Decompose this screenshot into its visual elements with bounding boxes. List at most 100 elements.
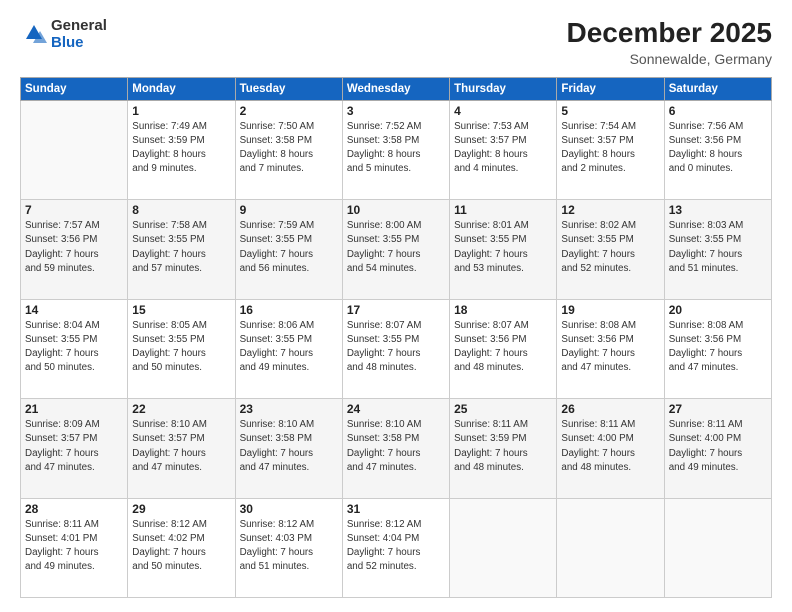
page: General Blue December 2025 Sonnewalde, G… [0, 0, 792, 612]
table-row: 27Sunrise: 8:11 AM Sunset: 4:00 PM Dayli… [664, 399, 771, 498]
day-info: Sunrise: 7:52 AM Sunset: 3:58 PM Dayligh… [347, 120, 445, 177]
table-row: 31 Sunrise: 8:12 AM Sunset: 4:04 PM Dayli… [342, 498, 449, 597]
table-row: 21 Sunrise: 8:09 AM Sunset: 3:57 PM Dayli… [21, 399, 128, 498]
day-number: 8 [132, 203, 230, 217]
day-info: Sunrise: 8:07 AM Sunset: 3:56 PM Dayligh… [454, 319, 552, 376]
col-tuesday: Tuesday [235, 77, 342, 100]
table-row: 4 Sunrise: 7:53 AM Sunset: 3:57 PM Daylig… [450, 100, 557, 199]
day-info: Sunrise: 7:57 AM Sunset: 3:56 PM Dayligh… [25, 219, 123, 276]
day-number: 20 [669, 303, 767, 317]
month-title: December 2025 [567, 18, 772, 49]
table-row: 26Sunrise: 8:11 AM Sunset: 4:00 PM Dayli… [557, 399, 664, 498]
col-sunday: Sunday [21, 77, 128, 100]
table-row: 16Sunrise: 8:06 AM Sunset: 3:55 PM Dayli… [235, 299, 342, 398]
day-number: 9 [240, 203, 338, 217]
logo-blue-text: Blue [51, 35, 107, 52]
table-row: 7 Sunrise: 7:57 AM Sunset: 3:56 PM Daylig… [21, 200, 128, 299]
day-number: 13 [669, 203, 767, 217]
table-row: 18 Sunrise: 8:07 AM Sunset: 3:56 PM Dayli… [450, 299, 557, 398]
day-info: Sunrise: 7:53 AM Sunset: 3:57 PM Dayligh… [454, 120, 552, 177]
table-row: 23 Sunrise: 8:10 AM Sunset: 3:58 PM Dayli… [235, 399, 342, 498]
day-number: 14 [25, 303, 123, 317]
table-row: 2 Sunrise: 7:50 AM Sunset: 3:58 PM Daylig… [235, 100, 342, 199]
table-row: 22 Sunrise: 8:10 AM Sunset: 3:57 PM Dayli… [128, 399, 235, 498]
day-number: 5 [561, 104, 659, 118]
day-number: 12 [561, 203, 659, 217]
day-number: 29 [132, 502, 230, 516]
table-row: 14 Sunrise: 8:04 AM Sunset: 3:55 PM Dayli… [21, 299, 128, 398]
day-info: Sunrise: 7:50 AM Sunset: 3:58 PM Dayligh… [240, 120, 338, 177]
day-info: Sunrise: 8:02 AM Sunset: 3:55 PM Dayligh… [561, 219, 659, 276]
table-row: 29Sunrise: 8:12 AM Sunset: 4:02 PM Dayli… [128, 498, 235, 597]
table-row [21, 100, 128, 199]
table-row: 1 Sunrise: 7:49 AM Sunset: 3:59 PM Daylig… [128, 100, 235, 199]
day-info: Sunrise: 8:03 AM Sunset: 3:55 PM Dayligh… [669, 219, 767, 276]
table-row: 8 Sunrise: 7:58 AM Sunset: 3:55 PM Daylig… [128, 200, 235, 299]
day-number: 4 [454, 104, 552, 118]
day-info: Sunrise: 8:10 AM Sunset: 3:58 PM Dayligh… [347, 418, 445, 475]
table-row [557, 498, 664, 597]
day-number: 31 [347, 502, 445, 516]
day-number: 28 [25, 502, 123, 516]
table-row: 13 Sunrise: 8:03 AM Sunset: 3:55 PM Dayli… [664, 200, 771, 299]
day-number: 21 [25, 402, 123, 416]
table-row: 20Sunrise: 8:08 AM Sunset: 3:56 PM Dayli… [664, 299, 771, 398]
day-number: 17 [347, 303, 445, 317]
day-info: Sunrise: 8:10 AM Sunset: 3:57 PM Dayligh… [132, 418, 230, 475]
calendar-table: Sunday Monday Tuesday Wednesday Thursday… [20, 77, 772, 598]
day-number: 25 [454, 402, 552, 416]
title-block: December 2025 Sonnewalde, Germany [567, 18, 772, 67]
day-info: Sunrise: 8:07 AM Sunset: 3:55 PM Dayligh… [347, 319, 445, 376]
day-number: 22 [132, 402, 230, 416]
day-info: Sunrise: 8:10 AM Sunset: 3:58 PM Dayligh… [240, 418, 338, 475]
table-row [450, 498, 557, 597]
table-row: 12 Sunrise: 8:02 AM Sunset: 3:55 PM Dayli… [557, 200, 664, 299]
table-row: 28 Sunrise: 8:11 AM Sunset: 4:01 PM Dayli… [21, 498, 128, 597]
day-info: Sunrise: 8:01 AM Sunset: 3:55 PM Dayligh… [454, 219, 552, 276]
day-info: Sunrise: 8:09 AM Sunset: 3:57 PM Dayligh… [25, 418, 123, 475]
day-info: Sunrise: 8:11 AM Sunset: 4:01 PM Dayligh… [25, 518, 123, 575]
logo-general-text: General [51, 18, 107, 35]
table-row: 9 Sunrise: 7:59 AM Sunset: 3:55 PM Daylig… [235, 200, 342, 299]
logo: General Blue [20, 18, 107, 51]
day-info: Sunrise: 8:06 AM Sunset: 3:55 PM Dayligh… [240, 319, 338, 376]
day-info: Sunrise: 8:00 AM Sunset: 3:55 PM Dayligh… [347, 219, 445, 276]
day-number: 15 [132, 303, 230, 317]
calendar-header-row: Sunday Monday Tuesday Wednesday Thursday… [21, 77, 772, 100]
day-number: 23 [240, 402, 338, 416]
table-row: 3 Sunrise: 7:52 AM Sunset: 3:58 PM Daylig… [342, 100, 449, 199]
day-number: 7 [25, 203, 123, 217]
logo-icon [20, 21, 48, 49]
table-row: 11Sunrise: 8:01 AM Sunset: 3:55 PM Dayli… [450, 200, 557, 299]
col-monday: Monday [128, 77, 235, 100]
day-number: 30 [240, 502, 338, 516]
day-number: 27 [669, 402, 767, 416]
table-row: 30 Sunrise: 8:12 AM Sunset: 4:03 PM Dayli… [235, 498, 342, 597]
day-info: Sunrise: 7:49 AM Sunset: 3:59 PM Dayligh… [132, 120, 230, 177]
table-row: 25Sunrise: 8:11 AM Sunset: 3:59 PM Dayli… [450, 399, 557, 498]
table-row: 15 Sunrise: 8:05 AM Sunset: 3:55 PM Dayli… [128, 299, 235, 398]
day-info: Sunrise: 8:11 AM Sunset: 4:00 PM Dayligh… [561, 418, 659, 475]
day-number: 2 [240, 104, 338, 118]
day-info: Sunrise: 8:05 AM Sunset: 3:55 PM Dayligh… [132, 319, 230, 376]
col-friday: Friday [557, 77, 664, 100]
col-wednesday: Wednesday [342, 77, 449, 100]
day-number: 18 [454, 303, 552, 317]
day-info: Sunrise: 8:12 AM Sunset: 4:04 PM Dayligh… [347, 518, 445, 575]
day-number: 1 [132, 104, 230, 118]
header: General Blue December 2025 Sonnewalde, G… [20, 18, 772, 67]
day-info: Sunrise: 7:59 AM Sunset: 3:55 PM Dayligh… [240, 219, 338, 276]
day-info: Sunrise: 8:04 AM Sunset: 3:55 PM Dayligh… [25, 319, 123, 376]
table-row: 6 Sunrise: 7:56 AM Sunset: 3:56 PM Daylig… [664, 100, 771, 199]
day-info: Sunrise: 7:56 AM Sunset: 3:56 PM Dayligh… [669, 120, 767, 177]
logo-text: General Blue [51, 18, 107, 51]
day-number: 3 [347, 104, 445, 118]
day-number: 24 [347, 402, 445, 416]
day-number: 6 [669, 104, 767, 118]
day-info: Sunrise: 8:12 AM Sunset: 4:03 PM Dayligh… [240, 518, 338, 575]
day-info: Sunrise: 7:58 AM Sunset: 3:55 PM Dayligh… [132, 219, 230, 276]
day-info: Sunrise: 7:54 AM Sunset: 3:57 PM Dayligh… [561, 120, 659, 177]
location: Sonnewalde, Germany [567, 51, 772, 67]
col-thursday: Thursday [450, 77, 557, 100]
table-row: 10Sunrise: 8:00 AM Sunset: 3:55 PM Dayli… [342, 200, 449, 299]
